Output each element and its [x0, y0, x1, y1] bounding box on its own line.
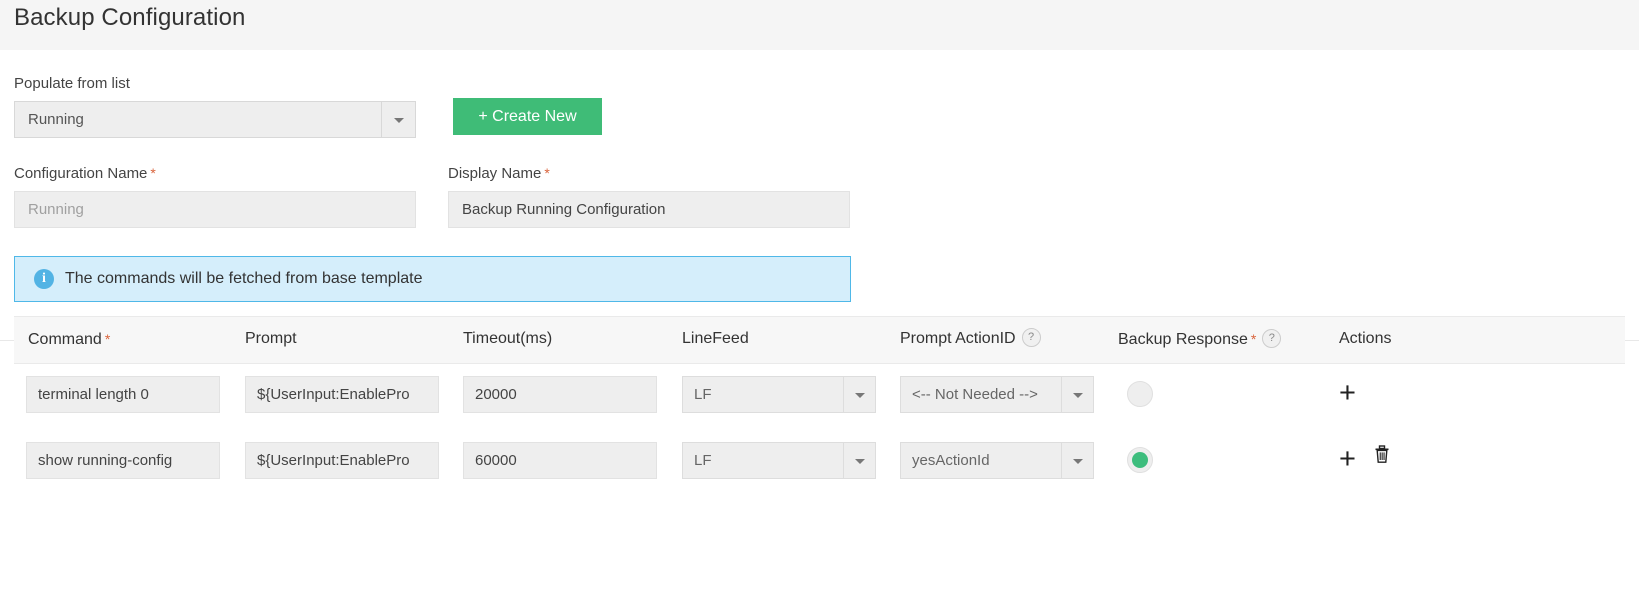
cell-prompt	[245, 376, 439, 413]
delete-row-icon[interactable]	[1373, 444, 1391, 469]
column-header-command-label: Command	[28, 331, 102, 348]
backup-response-toggle[interactable]	[1127, 381, 1153, 407]
populate-from-list-value: Running	[28, 102, 383, 137]
cell-timeout	[463, 376, 657, 413]
command-input[interactable]	[26, 442, 220, 479]
display-name-label-text: Display Name	[448, 165, 541, 182]
column-header-prompt: Prompt	[245, 317, 297, 361]
linefeed-select[interactable]: LF	[682, 376, 876, 413]
info-banner: i The commands will be fetched from base…	[14, 256, 851, 302]
required-asterisk: *	[1251, 331, 1256, 347]
configuration-name-label: Configuration Name*	[14, 164, 416, 183]
column-header-backup-response: Backup Response*?	[1118, 317, 1281, 362]
cell-backup-response	[1127, 381, 1153, 407]
configuration-name-group: Configuration Name*	[14, 164, 416, 228]
prompt-actionid-arrow-cell[interactable]	[1061, 377, 1093, 412]
prompt-actionid-select[interactable]: <-- Not Needed -->	[900, 376, 1094, 413]
commands-table-header: Command* Prompt Timeout(ms) LineFeed Pro…	[14, 316, 1625, 364]
cell-actions: +	[1339, 444, 1391, 474]
chevron-down-icon	[1073, 459, 1083, 464]
populate-from-list-select[interactable]: Running	[14, 101, 416, 138]
column-header-prompt-actionid: Prompt ActionID?	[900, 317, 1041, 361]
cell-linefeed: LF	[682, 442, 876, 479]
add-row-icon[interactable]: +	[1339, 377, 1356, 409]
command-input[interactable]	[26, 376, 220, 413]
page-title: Backup Configuration	[14, 4, 245, 32]
chevron-down-icon	[1073, 393, 1083, 398]
configuration-name-label-text: Configuration Name	[14, 165, 147, 182]
display-name-label: Display Name*	[448, 164, 850, 183]
required-asterisk: *	[150, 165, 155, 181]
table-row: LF yesActionId +	[14, 442, 1625, 508]
page-header: Backup Configuration	[0, 0, 1639, 50]
prompt-actionid-arrow-cell[interactable]	[1061, 443, 1093, 478]
help-icon[interactable]: ?	[1262, 329, 1281, 348]
info-banner-text: The commands will be fetched from base t…	[65, 257, 423, 301]
cell-linefeed: LF	[682, 376, 876, 413]
prompt-actionid-value: <-- Not Needed -->	[912, 377, 1062, 412]
cell-backup-response	[1127, 447, 1153, 473]
cell-prompt	[245, 442, 439, 479]
linefeed-value: LF	[694, 443, 844, 478]
cell-actions: +	[1339, 378, 1356, 408]
configuration-name-input[interactable]	[14, 191, 416, 228]
chevron-down-icon	[855, 393, 865, 398]
create-new-button[interactable]: + Create New	[453, 98, 602, 135]
populate-from-list-label: Populate from list	[14, 75, 416, 93]
populate-from-list-group: Populate from list Running	[14, 75, 416, 138]
chevron-down-icon	[855, 459, 865, 464]
column-header-prompt-actionid-label: Prompt ActionID	[900, 330, 1016, 347]
required-asterisk: *	[105, 331, 110, 347]
linefeed-arrow-cell[interactable]	[843, 377, 875, 412]
linefeed-arrow-cell[interactable]	[843, 443, 875, 478]
prompt-actionid-value: yesActionId	[912, 443, 1062, 478]
help-icon[interactable]: ?	[1022, 328, 1041, 347]
cell-command	[26, 442, 220, 479]
prompt-input[interactable]	[245, 442, 439, 479]
timeout-input[interactable]	[463, 376, 657, 413]
column-header-linefeed-label: LineFeed	[682, 330, 749, 347]
column-header-timeout: Timeout(ms)	[463, 317, 552, 361]
prompt-actionid-select[interactable]: yesActionId	[900, 442, 1094, 479]
info-icon: i	[34, 269, 54, 289]
cell-timeout	[463, 442, 657, 479]
commands-table: Command* Prompt Timeout(ms) LineFeed Pro…	[14, 316, 1625, 508]
cell-prompt-actionid: yesActionId	[900, 442, 1094, 479]
column-header-backup-response-label: Backup Response	[1118, 331, 1248, 348]
prompt-input[interactable]	[245, 376, 439, 413]
column-header-linefeed: LineFeed	[682, 317, 749, 361]
cell-command	[26, 376, 220, 413]
table-row: LF <-- Not Needed --> +	[14, 376, 1625, 442]
display-name-input[interactable]	[448, 191, 850, 228]
populate-from-list-arrow-cell[interactable]	[381, 102, 415, 137]
linefeed-value: LF	[694, 377, 844, 412]
required-asterisk: *	[544, 165, 549, 181]
column-header-command: Command*	[28, 317, 110, 362]
column-header-actions-label: Actions	[1339, 330, 1391, 347]
linefeed-select[interactable]: LF	[682, 442, 876, 479]
backup-response-dot	[1132, 452, 1148, 468]
column-header-actions: Actions	[1339, 317, 1391, 361]
backup-response-toggle[interactable]	[1127, 447, 1153, 473]
column-header-timeout-label: Timeout(ms)	[463, 330, 552, 347]
backup-response-dot	[1132, 386, 1148, 402]
display-name-group: Display Name*	[448, 164, 850, 228]
chevron-down-icon	[394, 118, 404, 123]
add-row-icon[interactable]: +	[1339, 443, 1356, 475]
column-header-prompt-label: Prompt	[245, 330, 297, 347]
cell-prompt-actionid: <-- Not Needed -->	[900, 376, 1094, 413]
timeout-input[interactable]	[463, 442, 657, 479]
